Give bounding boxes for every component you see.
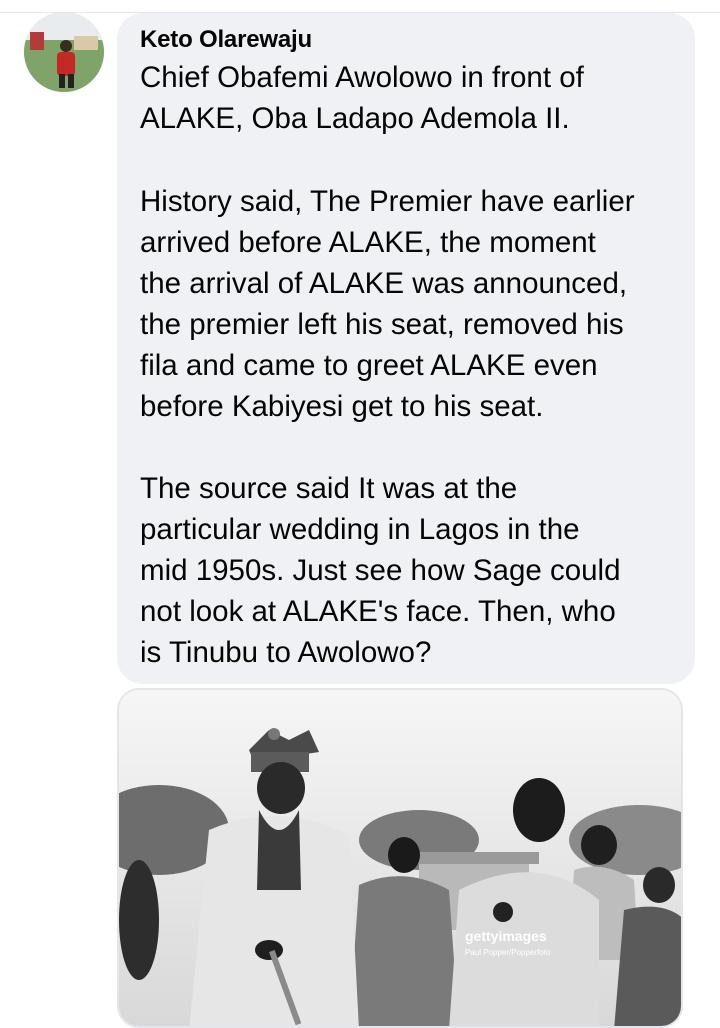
- photo-credit: Paul Popper/Popperfoto: [465, 948, 551, 957]
- comment-paragraph-2: History said, The Premier have earlier a…: [140, 185, 635, 423]
- getty-watermark: gettyimages: [465, 928, 547, 944]
- top-divider: [0, 0, 720, 13]
- historical-photo-image: [119, 690, 681, 1026]
- comment-paragraph-1: Chief Obafemi Awolowo in front of ALAKE,…: [140, 61, 584, 135]
- comment-paragraph-3: The source said It was at the particular…: [140, 472, 621, 669]
- avatar-image: [24, 12, 104, 92]
- avatar[interactable]: [24, 12, 104, 92]
- comment-photo[interactable]: gettyimages Paul Popper/Popperfoto: [117, 688, 683, 1028]
- comment-author[interactable]: Keto Olarewaju: [140, 26, 312, 54]
